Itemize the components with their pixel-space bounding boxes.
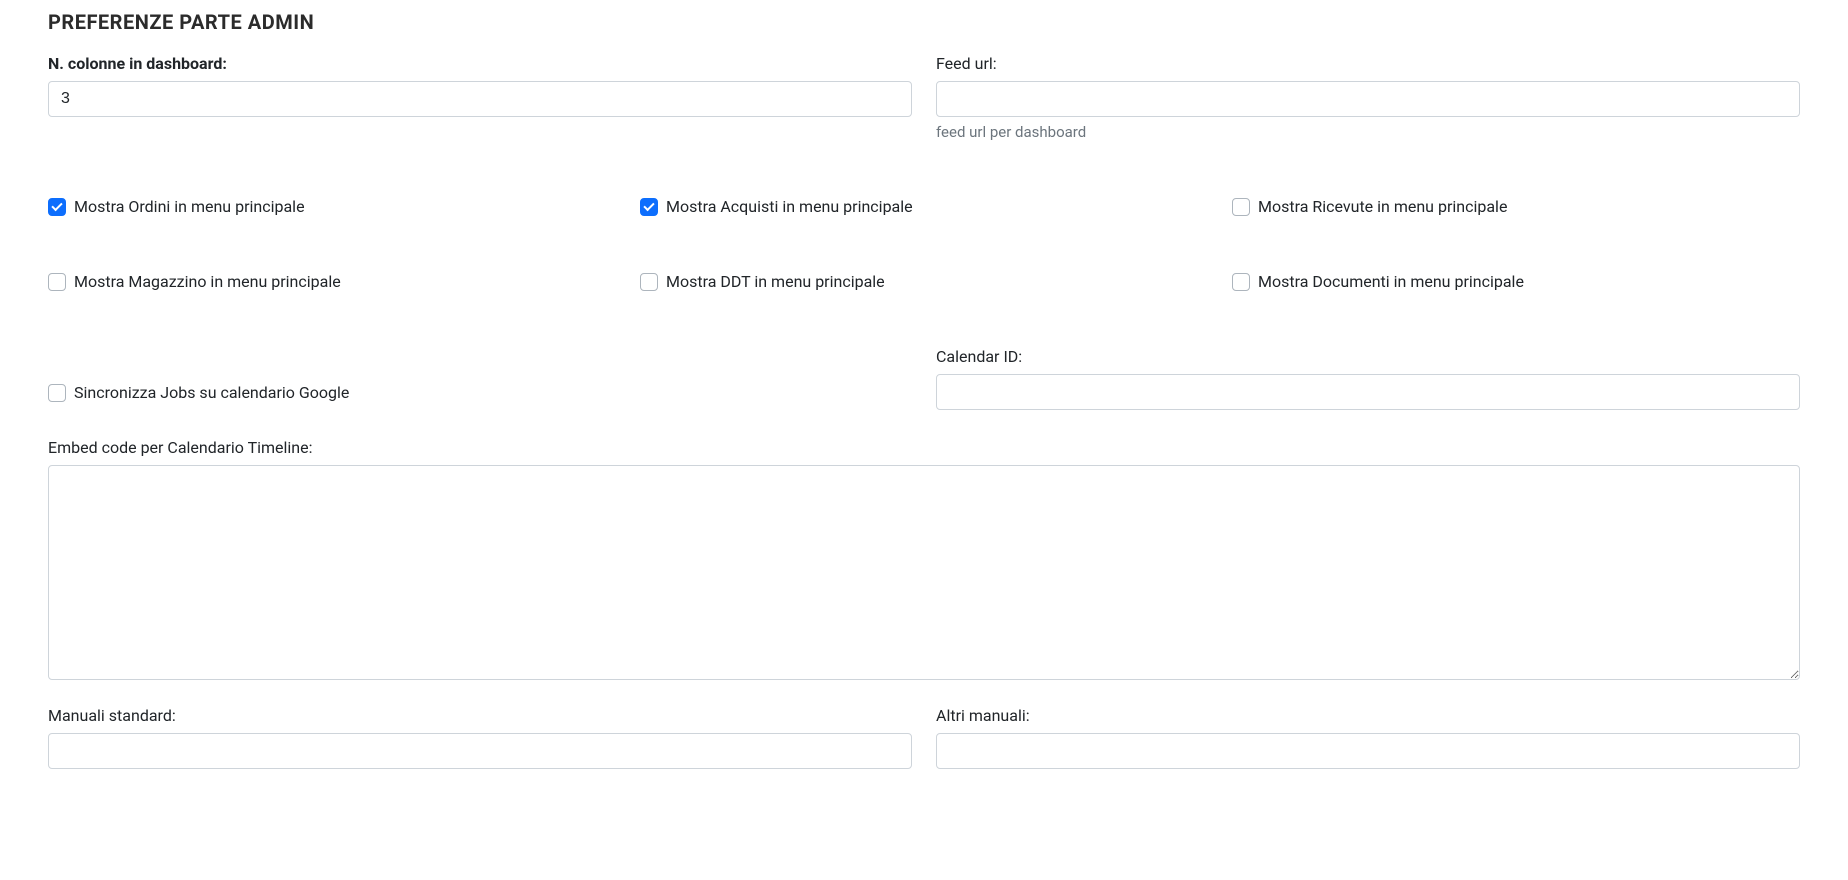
section-title: PREFERENZE PARTE ADMIN bbox=[48, 10, 1800, 34]
mostra-ordini-label: Mostra Ordini in menu principale bbox=[74, 197, 305, 216]
mostra-magazzino-checkbox[interactable] bbox=[48, 273, 66, 291]
mostra-acquisti-checkbox[interactable] bbox=[640, 198, 658, 216]
mostra-ricevute-label: Mostra Ricevute in menu principale bbox=[1258, 197, 1507, 216]
mostra-ddt-label: Mostra DDT in menu principale bbox=[666, 272, 885, 291]
feedurl-label: Feed url: bbox=[936, 54, 1800, 73]
embed-code-label: Embed code per Calendario Timeline: bbox=[48, 438, 1800, 457]
sincronizza-jobs-label: Sincronizza Jobs su calendario Google bbox=[74, 383, 349, 402]
feedurl-help: feed url per dashboard bbox=[936, 123, 1800, 141]
mostra-documenti-label: Mostra Documenti in menu principale bbox=[1258, 272, 1524, 291]
manuali-standard-label: Manuali standard: bbox=[48, 706, 912, 725]
embed-code-textarea[interactable] bbox=[48, 465, 1800, 680]
calendar-id-input[interactable] bbox=[936, 374, 1800, 410]
mostra-ricevute-checkbox[interactable] bbox=[1232, 198, 1250, 216]
mostra-ordini-checkbox[interactable] bbox=[48, 198, 66, 216]
columns-input[interactable] bbox=[48, 81, 912, 117]
altri-manuali-label: Altri manuali: bbox=[936, 706, 1800, 725]
mostra-acquisti-label: Mostra Acquisti in menu principale bbox=[666, 197, 913, 216]
calendar-id-label: Calendar ID: bbox=[936, 347, 1800, 366]
sincronizza-jobs-checkbox[interactable] bbox=[48, 384, 66, 402]
columns-label: N. colonne in dashboard: bbox=[48, 54, 912, 73]
feedurl-input[interactable] bbox=[936, 81, 1800, 117]
mostra-ddt-checkbox[interactable] bbox=[640, 273, 658, 291]
mostra-magazzino-label: Mostra Magazzino in menu principale bbox=[74, 272, 341, 291]
mostra-documenti-checkbox[interactable] bbox=[1232, 273, 1250, 291]
altri-manuali-input[interactable] bbox=[936, 733, 1800, 769]
manuali-standard-input[interactable] bbox=[48, 733, 912, 769]
